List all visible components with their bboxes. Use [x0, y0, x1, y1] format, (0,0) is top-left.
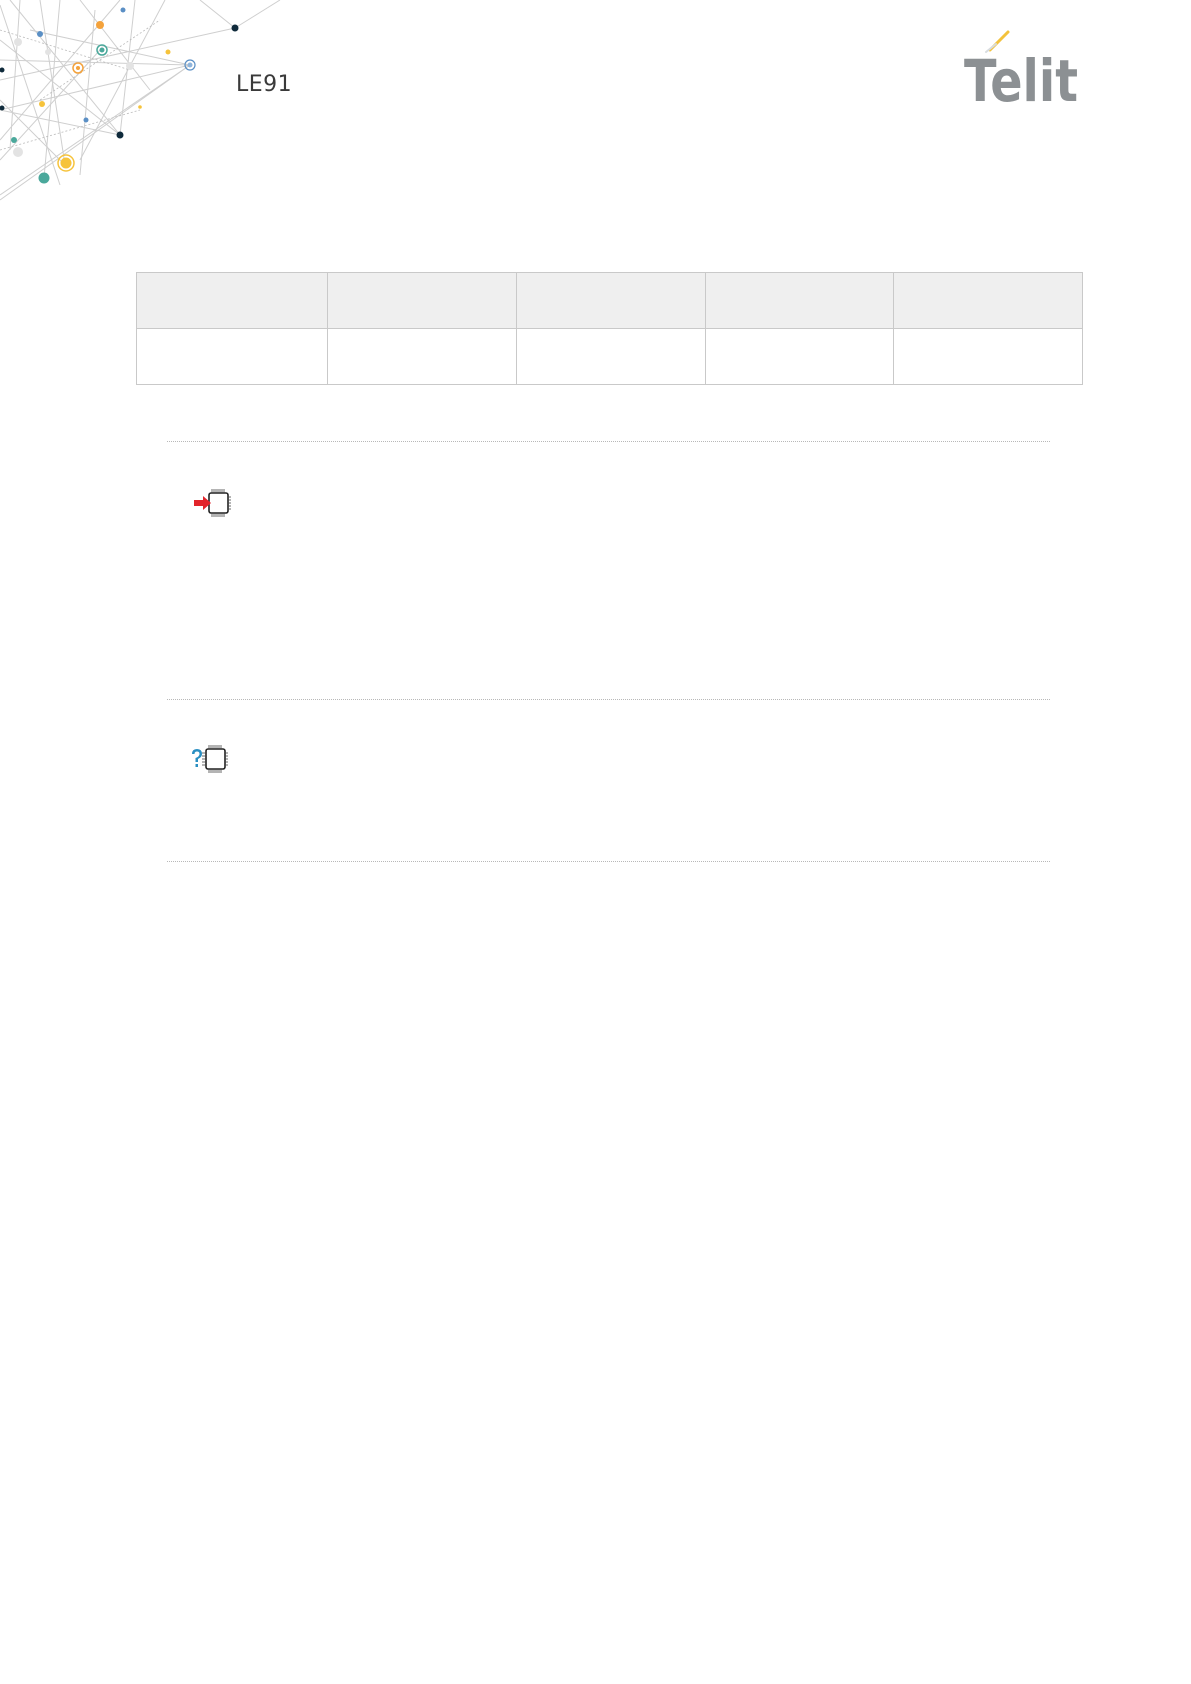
- table-header-row: [136, 272, 1083, 329]
- table-cell: [704, 328, 895, 385]
- table-header-cell: [327, 272, 517, 329]
- table-header-cell: [704, 272, 895, 329]
- table-header-cell: [136, 272, 328, 329]
- logo-wordmark: Telit: [964, 47, 1078, 108]
- table-cell: [327, 328, 517, 385]
- telit-logo: Telit: [964, 30, 1078, 108]
- set-command-icon: [194, 489, 231, 517]
- table-cell: [515, 328, 706, 385]
- section-divider: [167, 699, 1050, 700]
- section-divider: [167, 861, 1050, 862]
- table-row: [136, 328, 1083, 385]
- table-header-cell: [515, 272, 706, 329]
- table-cell: [136, 328, 328, 385]
- spec-table: [136, 272, 1083, 385]
- corner-network-pattern: [0, 0, 281, 201]
- document-title: LE91: [236, 72, 293, 97]
- read-command-icon: [192, 745, 228, 773]
- section-divider: [167, 441, 1050, 442]
- table-header-cell: [893, 272, 1083, 329]
- table-cell: [893, 328, 1083, 385]
